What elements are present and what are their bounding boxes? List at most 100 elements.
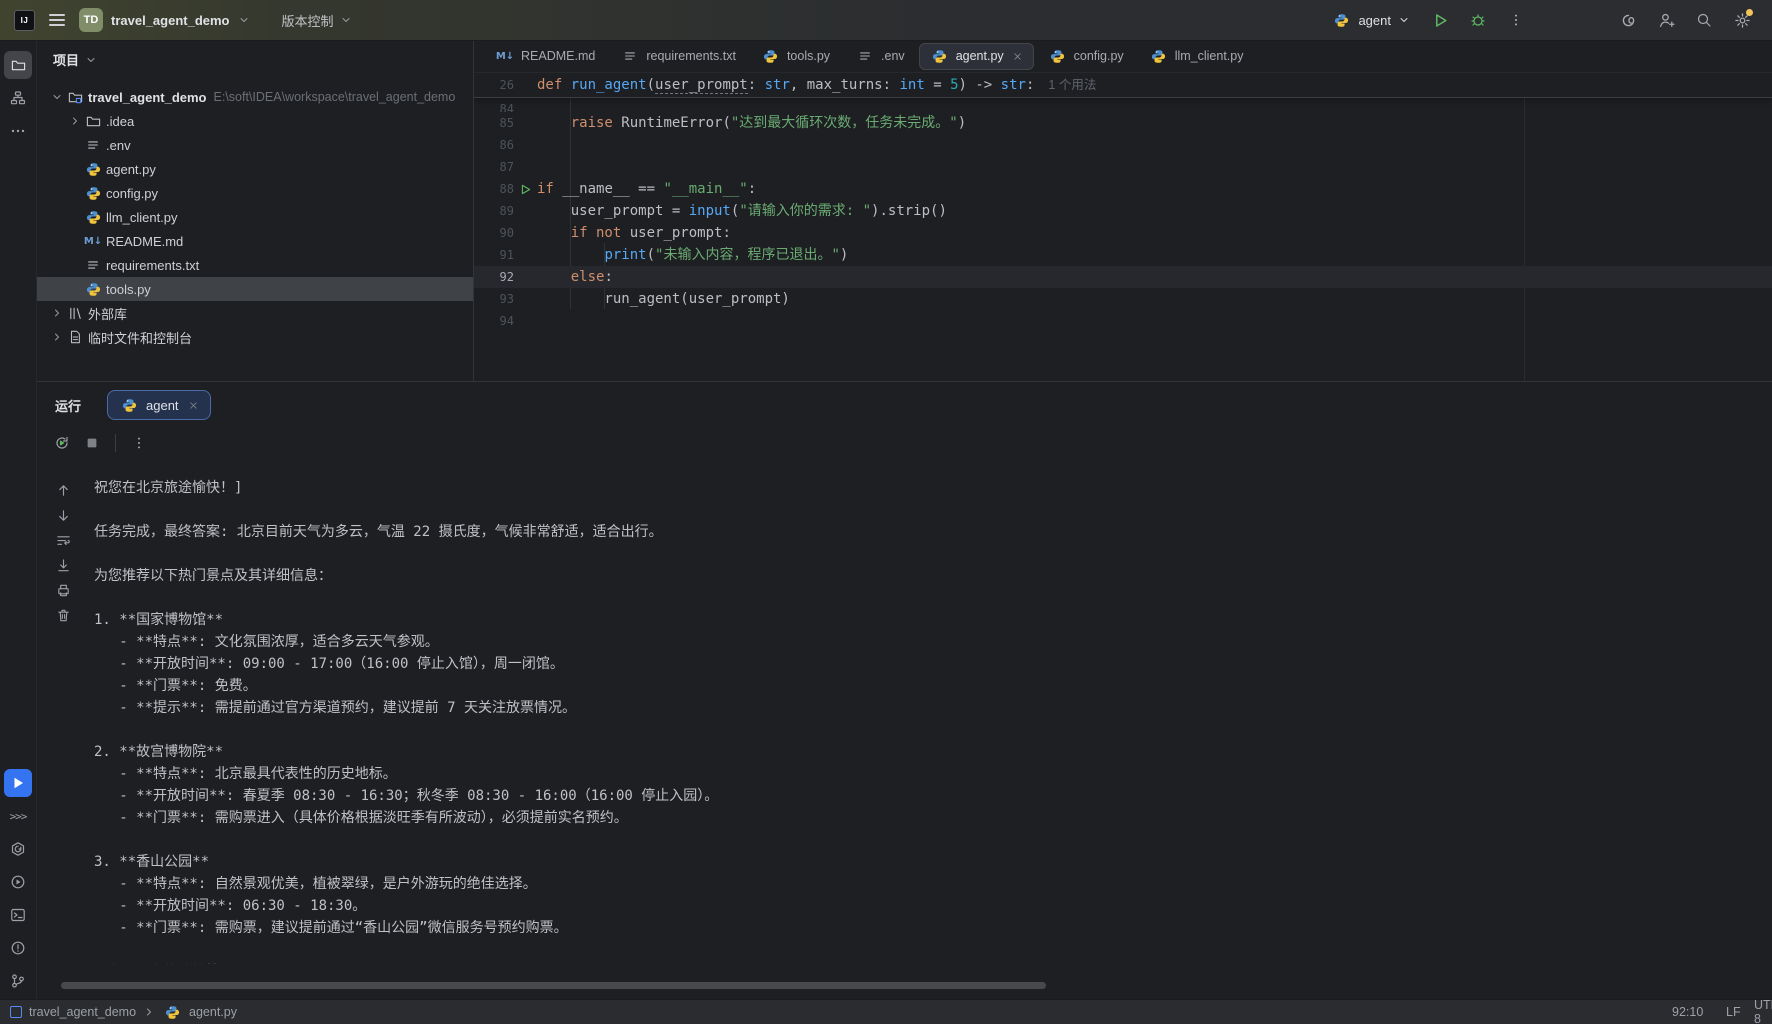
tree-item-idea[interactable]: .idea [37,109,473,133]
breadcrumb-project[interactable]: travel_agent_demo [29,1005,136,1019]
close-icon[interactable] [1012,51,1023,62]
stripe-terminal-icon[interactable] [4,901,32,929]
code-line-90[interactable]: 90 if not user_prompt: [474,222,1772,244]
stripe-problems-icon[interactable] [4,934,32,962]
console-line: - **特点**: 文化氛围浓厚，适合多云天气参观。 [94,631,1762,653]
editor-tab-readme-md[interactable]: M↓README.md [484,43,606,70]
code-line-85[interactable]: 85 raise RuntimeError("达到最大循环次数，任务未完成。") [474,112,1772,134]
tree-item-llm-client-py[interactable]: llm_client.py [37,205,473,229]
code-line-93[interactable]: 93 run_agent(user_prompt) [474,288,1772,310]
console-line: - **特点**: 北京最具代表性的历史地标。 [94,763,1762,785]
project-view-selector[interactable]: 项目 [37,40,473,79]
editor-tab-env[interactable]: .env [844,43,916,70]
code-line-94[interactable]: 94 [474,310,1772,332]
console-output[interactable]: 祝您在北京旅途愉快！] 任务完成，最终答案: 北京目前天气为多云，气温 22 摄… [94,477,1762,964]
stripe-python-console-icon[interactable]: >>> [4,802,32,830]
tree-item-readme-md[interactable]: M↓README.md [37,229,473,253]
run-button[interactable] [1426,6,1454,34]
code-line-86[interactable]: 86 [474,134,1772,156]
rerun-button[interactable] [49,430,75,456]
more-options-button[interactable] [126,430,152,456]
stripe-version-control-icon[interactable] [4,967,32,995]
tree-item-agent-py[interactable]: agent.py [37,157,473,181]
tree-item-外部库[interactable]: 外部库 [37,301,473,325]
code-editor[interactable]: 26def run_agent(user_prompt: str, max_tu… [474,73,1772,381]
project-selector[interactable]: TD travel_agent_demo [79,8,250,32]
tree-item-config-py[interactable]: config.py [37,181,473,205]
code-line-26[interactable]: 26def run_agent(user_prompt: str, max_tu… [474,73,1772,98]
console-line [94,719,1762,741]
code-line-88[interactable]: 88if __name__ == "__main__": [474,178,1772,200]
editor-tab-llm-client-py[interactable]: llm_client.py [1138,43,1255,70]
tree-item-临时文件和控制台[interactable]: 临时文件和控制台 [37,325,473,349]
caret-position[interactable]: 92:10 [1672,1000,1703,1024]
print-icon[interactable] [51,578,75,602]
scroll-to-end-icon[interactable] [51,553,75,577]
debug-button[interactable] [1464,6,1492,34]
stripe-run-icon[interactable] [4,769,32,797]
soft-wrap-icon[interactable] [51,528,75,552]
python-icon [83,210,103,225]
folder-project-icon [65,90,85,105]
breadcrumb-file[interactable]: agent.py [189,1005,237,1019]
close-icon[interactable] [188,400,199,411]
code-line-91[interactable]: 91 print("未输入内容，程序已退出。") [474,244,1772,266]
main-menu-button[interactable] [49,14,65,26]
file-encoding[interactable]: UTF-8 [1754,1000,1772,1024]
chevron-right-icon [67,115,83,127]
code-text: print("未输入内容，程序已退出。") [537,244,848,266]
tab-label: requirements.txt [646,49,736,63]
chevron-down-icon [340,14,352,26]
tree-item-label: 临时文件和控制台 [88,328,192,347]
breadcrumb[interactable]: travel_agent_demo agent.py [0,1005,237,1020]
search-everywhere-button[interactable] [1690,6,1718,34]
stripe-structure-icon[interactable] [4,84,32,112]
run-tab-agent[interactable]: agent [107,390,211,420]
ai-assistant-button[interactable] [1614,6,1642,34]
tree-item-travel-agent-demo[interactable]: travel_agent_demoE:\soft\IDEA\workspace\… [37,85,473,109]
python-icon [119,398,139,413]
gutter-slot [514,112,537,134]
code-line-84[interactable]: 84 [474,98,1772,112]
run-gutter-icon[interactable] [514,178,537,200]
code-line-92[interactable]: 92 else: [474,266,1772,288]
tab-label: README.md [521,49,595,63]
stripe-python-packages-icon[interactable] [4,835,32,863]
run-configuration-selector[interactable]: agent [1331,13,1410,28]
code-text: user_prompt = input("请输入你的需求: ").strip() [537,200,947,222]
project-tree: travel_agent_demoE:\soft\IDEA\workspace\… [37,85,473,349]
console-line: - **开放时间**: 春夏季 08:30 - 16:30；秋冬季 08:30 … [94,785,1762,807]
stripe-more-tool-windows-icon[interactable] [4,117,32,145]
console-line: - **提示**: 需提前通过官方渠道预约，建议提前 7 天关注放票情况。 [94,697,1762,719]
line-separator[interactable]: LF [1726,1000,1741,1024]
code-text: def run_agent(user_prompt: str, max_turn… [537,73,1096,97]
code-line-89[interactable]: 89 user_prompt = input("请输入你的需求: ").stri… [474,200,1772,222]
tree-item-requirements-txt[interactable]: requirements.txt [37,253,473,277]
tree-item-env[interactable]: .env [37,133,473,157]
vcs-menu[interactable]: 版本控制 [282,11,352,30]
code-with-me-button[interactable] [1652,6,1680,34]
tree-item-tools-py[interactable]: tools.py [37,277,473,301]
stripe-project-icon[interactable] [4,51,32,79]
console-line [94,543,1762,565]
line-number: 93 [474,288,514,310]
gutter-slot [514,200,537,222]
usage-hint[interactable]: 1 个用法 [1048,78,1096,92]
stop-button[interactable] [79,430,105,456]
clear-all-icon[interactable] [51,603,75,627]
run-panel-title: 运行 [55,396,81,415]
editor-tab-agent-py[interactable]: agent.py [919,43,1034,70]
stripe-services-icon[interactable] [4,868,32,896]
scroll-up-icon[interactable] [51,478,75,502]
scroll-down-icon[interactable] [51,503,75,527]
tree-item-label: travel_agent_demo [88,90,207,105]
console-line: 任务完成，最终答案: 北京目前天气为多云，气温 22 摄氏度，气候非常舒适，适合… [94,521,1762,543]
code-line-87[interactable]: 87 [474,156,1772,178]
settings-button[interactable] [1728,6,1756,34]
chevron-down-icon [85,54,97,66]
more-actions-button[interactable] [1502,6,1530,34]
editor-tab-config-py[interactable]: config.py [1037,43,1135,70]
editor-tab-requirements-txt[interactable]: requirements.txt [609,43,747,70]
horizontal-scrollbar[interactable] [61,982,1046,989]
editor-tab-tools-py[interactable]: tools.py [750,43,841,70]
